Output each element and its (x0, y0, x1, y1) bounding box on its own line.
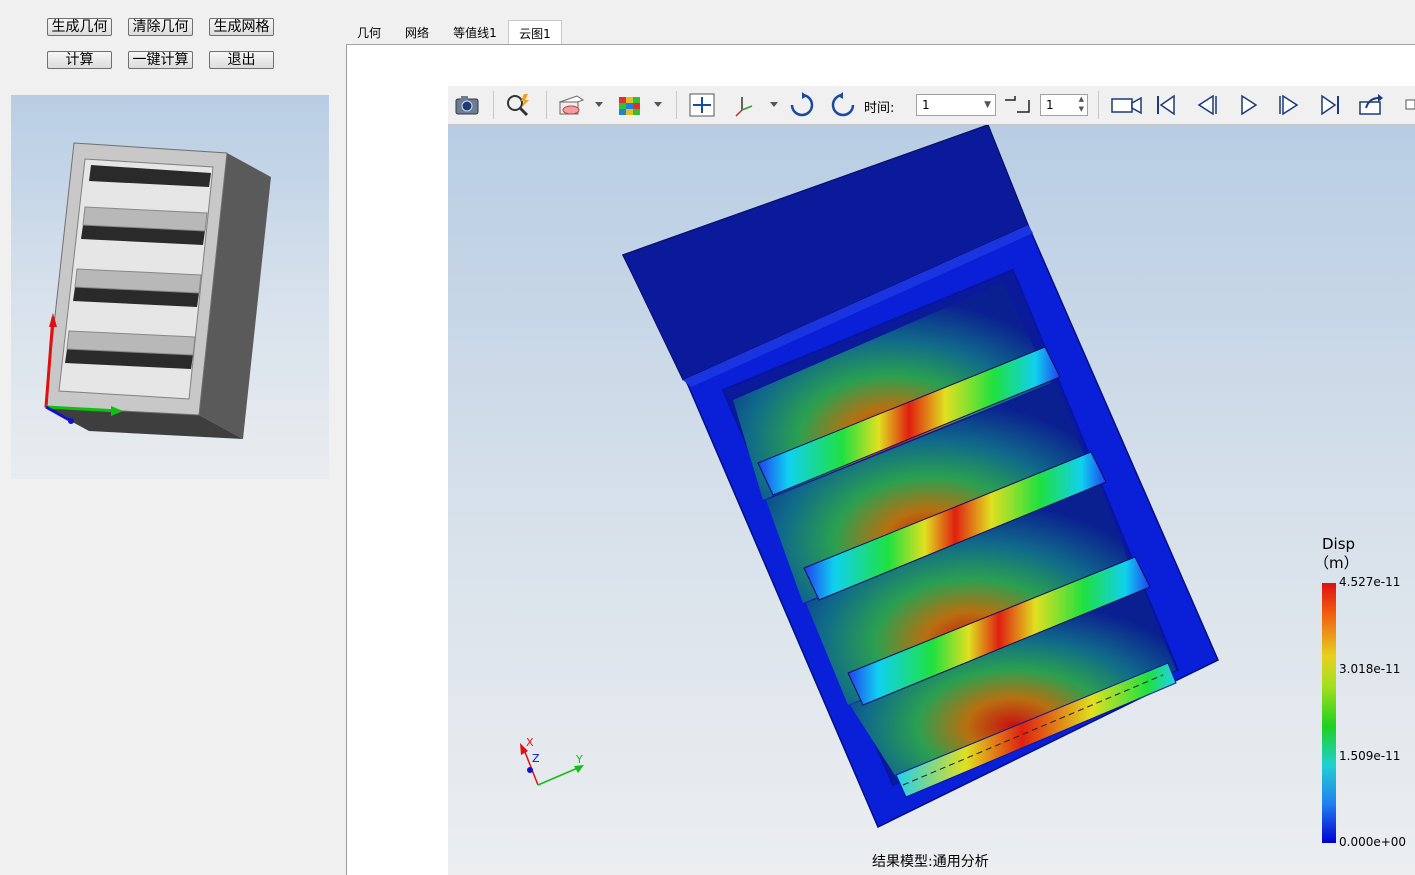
legend-upper-label: 3.018e-11 (1339, 662, 1401, 676)
color-legend: Disp （m） 4.527e-11 3.018e-11 1.509e-11 0… (1314, 535, 1414, 855)
next-frame-icon[interactable] (1275, 92, 1303, 118)
legend-min-label: 0.000e+00 (1339, 835, 1407, 849)
color-cube-icon[interactable] (616, 92, 664, 118)
result-toolbar: 时间: 1 ▼ 1 ▲ ▼ (448, 86, 1415, 125)
axis-y-label: Y (576, 753, 583, 766)
record-icon[interactable] (1110, 92, 1144, 118)
query-icon[interactable] (504, 92, 532, 118)
tab-contour-lines[interactable]: 等值线1 (447, 20, 503, 45)
last-frame-icon[interactable] (1316, 92, 1344, 118)
clip-plane-icon[interactable] (557, 92, 605, 118)
time-label: 时间: (864, 101, 895, 116)
geometry-preview[interactable] (11, 95, 329, 479)
first-frame-icon[interactable] (1152, 92, 1180, 118)
generate-mesh-button[interactable]: 生成网格 (209, 18, 274, 36)
result-viewport[interactable]: X Z Y Disp （m） 4.527e-11 3.018e-11 1.509… (448, 125, 1415, 875)
orientation-triad (520, 743, 584, 786)
tab-cloud-map[interactable]: 云图1 (508, 20, 562, 45)
legend-unit: （m） (1314, 554, 1359, 572)
tab-mesh[interactable]: 网络 (395, 20, 439, 45)
export-icon[interactable] (1357, 92, 1385, 118)
step-spinbox[interactable]: 1 ▲ ▼ (1040, 94, 1088, 116)
axes-icon[interactable] (732, 92, 780, 118)
result-model-status: 结果模型:通用分析 (872, 854, 989, 870)
camera-icon[interactable] (453, 92, 481, 118)
rotate-ccw-icon[interactable] (829, 92, 857, 118)
generate-geometry-button[interactable]: 生成几何 (47, 18, 112, 36)
spin-arrows-icon: ▲ ▼ (1078, 95, 1084, 113)
time-select-value: 1 (922, 98, 930, 112)
legend-lower-label: 1.509e-11 (1339, 749, 1401, 763)
prev-frame-icon[interactable] (1193, 92, 1221, 118)
legend-max-label: 4.527e-11 (1339, 575, 1401, 589)
legend-title: Disp (1322, 535, 1356, 553)
clear-geometry-button[interactable]: 清除几何 (128, 18, 193, 36)
one-click-compute-button[interactable]: 一键计算 (128, 51, 193, 69)
displacement-contour-model (520, 125, 1219, 829)
step-spinbox-value: 1 (1046, 98, 1054, 112)
legend-color-bar (1322, 583, 1336, 843)
axis-z-label: Z (532, 752, 540, 765)
step-icon (1005, 96, 1030, 113)
more-icon[interactable] (1402, 92, 1415, 118)
geometry-preview-model (44, 142, 271, 439)
rotate-cw-icon[interactable] (788, 92, 816, 118)
compute-button[interactable]: 计算 (47, 51, 112, 69)
fit-view-icon[interactable] (688, 92, 716, 118)
time-select[interactable]: 1 ▼ (916, 94, 996, 116)
play-icon[interactable] (1234, 92, 1262, 118)
axis-x-label: X (526, 736, 534, 749)
chevron-down-icon: ▼ (984, 100, 991, 110)
tab-geometry[interactable]: 几何 (347, 20, 391, 45)
exit-button[interactable]: 退出 (209, 51, 274, 69)
